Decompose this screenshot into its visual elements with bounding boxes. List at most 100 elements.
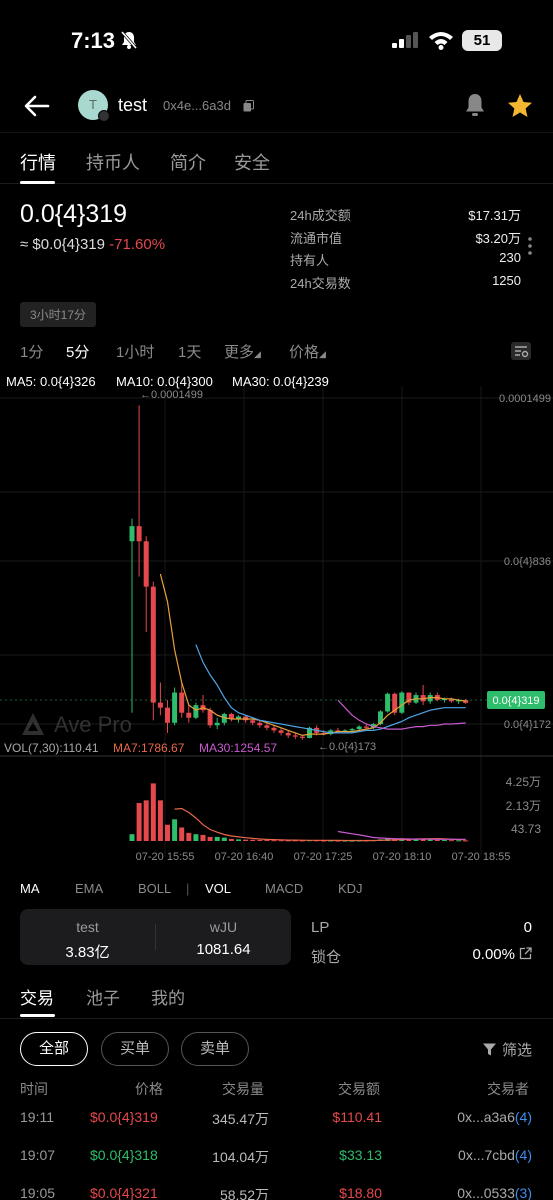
volume-bar	[150, 783, 156, 841]
last-price-tag-text: 0.0{4}319	[492, 695, 539, 707]
filter-button[interactable]: 筛选	[483, 1039, 532, 1060]
candle-body	[143, 541, 149, 587]
volume-bar	[264, 840, 270, 842]
candle-body	[136, 526, 142, 542]
filter-sell[interactable]: 卖单	[181, 1032, 249, 1066]
trade-qty: 345.47万	[212, 1111, 269, 1127]
candle-body	[278, 730, 284, 733]
volume-bar	[434, 839, 440, 841]
timeframe-1m[interactable]: 1分	[20, 341, 43, 362]
lock-value-row[interactable]: 0.00%	[472, 946, 532, 963]
indicator-ma[interactable]: MA	[20, 881, 40, 896]
y-tick-high: 0.0001499	[499, 393, 551, 405]
tab-holders[interactable]: 持币人	[86, 149, 140, 175]
chart-grid	[0, 386, 553, 856]
chart-settings-icon[interactable]	[510, 341, 532, 361]
candle-body	[285, 732, 291, 736]
subtab-pools[interactable]: 池子	[86, 984, 120, 1009]
volume-bar	[207, 836, 213, 841]
token-avatar: T	[78, 90, 110, 122]
indicator-divider: |	[186, 881, 190, 896]
x-tick: 07-20 16:40	[215, 851, 274, 863]
volume-bar	[257, 839, 263, 841]
tab-intro[interactable]: 简介	[170, 149, 206, 175]
candles	[129, 405, 469, 740]
subtab-mine[interactable]: 我的	[151, 984, 185, 1009]
timeframe-1h[interactable]: 1小时	[116, 341, 154, 362]
volume-bar	[129, 834, 135, 841]
price-chart[interactable]: Ave Pro ←0.0001499 ←0.0{4}173 0.0001499 …	[0, 386, 553, 866]
volume-bar	[179, 827, 185, 841]
pair-quote-amount: 1081.64	[196, 941, 251, 958]
volume-bar	[228, 838, 234, 841]
favorite-star-icon[interactable]	[506, 92, 534, 120]
copy-icon[interactable]	[243, 100, 254, 112]
wifi-icon	[429, 32, 453, 50]
volume-bar	[449, 840, 454, 842]
status-time: 7:13	[71, 28, 116, 53]
indicator-ema[interactable]: EMA	[75, 881, 103, 896]
stat-label-txcount: 24h交易数	[290, 276, 351, 291]
trader-tx-count: (4)	[514, 1147, 532, 1163]
trade-trader[interactable]: 0x...0533(3)	[457, 1185, 532, 1200]
indicator-vol[interactable]: VOL	[205, 881, 231, 896]
trade-trader[interactable]: 0x...a3a6(4)	[457, 1109, 532, 1125]
tab-market[interactable]: 行情	[20, 149, 56, 175]
trader-address: 0x...a3a6	[457, 1109, 515, 1125]
volume-bar	[200, 834, 206, 841]
ma10-line	[195, 644, 466, 734]
vol-tick-low: 43.73	[511, 822, 541, 836]
filter-all[interactable]: 全部	[20, 1032, 88, 1066]
candle-body	[129, 526, 135, 542]
volume-bar	[172, 819, 178, 841]
candle-body	[257, 722, 263, 726]
token-address[interactable]: 0x4e...6a3d	[163, 98, 231, 113]
filter-buy[interactable]: 买单	[101, 1032, 169, 1066]
candle-body	[172, 692, 178, 723]
candle-body	[150, 586, 156, 703]
token-age-badge: 3小时17分	[20, 302, 97, 327]
usd-price-line: ≈ $0.0{4}319 -71.60%	[20, 236, 165, 253]
indicator-boll[interactable]: BOLL	[138, 881, 171, 896]
more-vertical-icon[interactable]	[527, 236, 533, 256]
trade-trader[interactable]: 0x...7cbd(4)	[458, 1147, 532, 1163]
vol-ma7-line	[174, 807, 466, 842]
volume-ma-lines	[174, 807, 466, 842]
price-mode-dropdown[interactable]: 价格◢	[289, 341, 326, 362]
volume-bar	[427, 839, 433, 841]
subtab-trades[interactable]: 交易	[20, 984, 54, 1009]
volume-bar	[236, 839, 241, 841]
candle-body	[207, 710, 213, 726]
x-tick: 07-20 18:55	[452, 851, 511, 863]
trader-address: 0x...7cbd	[458, 1147, 515, 1163]
dropdown-triangle-icon: ◢	[319, 349, 326, 359]
col-header-price: 价格	[135, 1081, 163, 1097]
stat-label-volume: 24h成交额	[290, 208, 351, 223]
subtab-underline	[20, 1014, 55, 1017]
volume-bar	[441, 840, 447, 842]
tab-security[interactable]: 安全	[234, 149, 270, 175]
vol-tick-high: 4.25万	[506, 775, 541, 789]
trade-qty: 104.04万	[212, 1149, 269, 1165]
timeframe-5m[interactable]: 5分	[66, 341, 89, 362]
candle-body	[349, 729, 355, 731]
volume-bar	[456, 840, 462, 842]
volume-bar	[250, 839, 256, 841]
volume-bar	[214, 836, 220, 841]
indicator-macd[interactable]: MACD	[265, 881, 303, 896]
status-bar: 7:13 51	[0, 0, 553, 80]
x-tick: 07-20 18:10	[373, 851, 432, 863]
alert-bell-icon[interactable]	[462, 92, 488, 118]
cellular-signal-icon	[392, 32, 418, 48]
timeframe-1d[interactable]: 1天	[178, 341, 201, 362]
candle-body	[165, 707, 170, 723]
stat-label-mcap: 流通市值	[290, 231, 343, 246]
trader-tx-count: (4)	[514, 1109, 532, 1125]
stat-value-holders: 230	[499, 250, 521, 265]
volume-bar	[243, 839, 249, 841]
y-tick-low: 0.0{4}172	[504, 719, 551, 731]
timeframe-more-dropdown[interactable]: 更多◢	[224, 341, 261, 362]
back-arrow-icon[interactable]	[24, 94, 50, 118]
candle-body	[264, 725, 270, 728]
indicator-kdj[interactable]: KDJ	[338, 881, 363, 896]
